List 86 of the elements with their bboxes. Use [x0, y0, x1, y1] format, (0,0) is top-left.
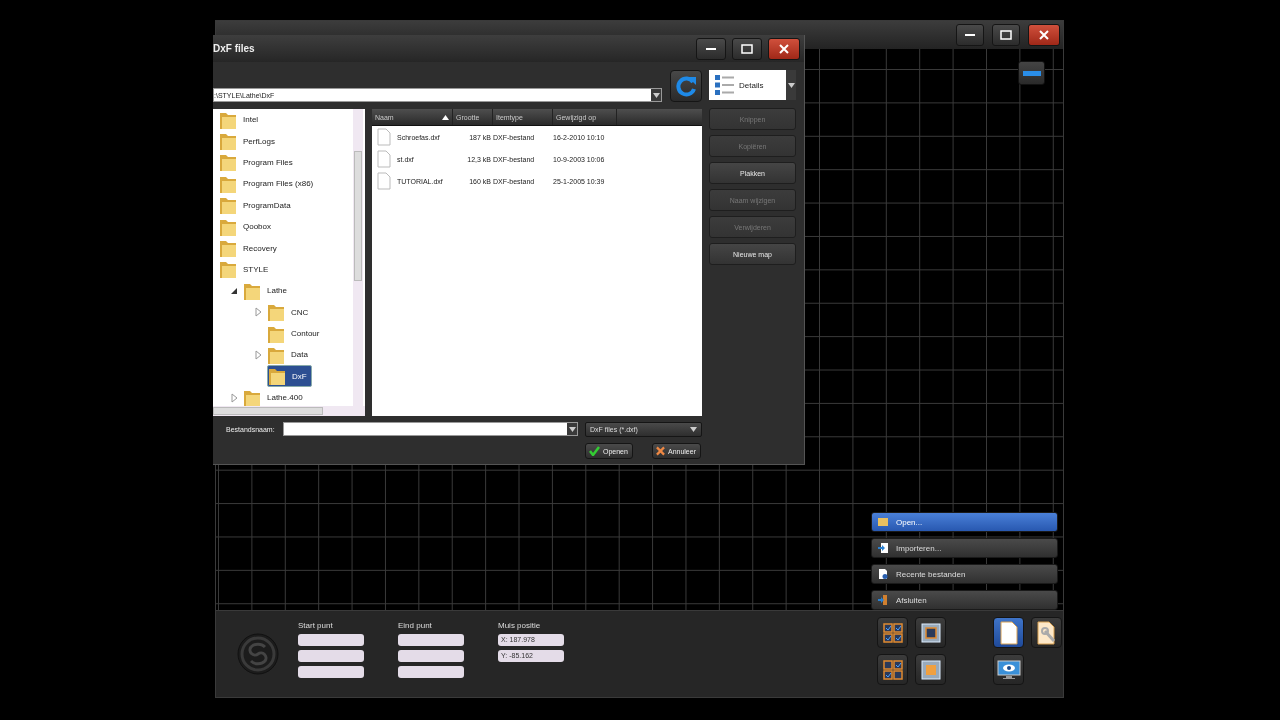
filename-field[interactable]: [283, 422, 578, 436]
close-button[interactable]: [1028, 24, 1060, 46]
menu-item[interactable]: Importeren...: [871, 538, 1058, 558]
tree-item[interactable]: Data: [267, 345, 312, 365]
file-icon: [377, 172, 391, 190]
folder-icon: [219, 131, 237, 152]
tool-button[interactable]: [993, 654, 1024, 685]
dropdown-arrow-icon: [787, 82, 795, 88]
minimize-button[interactable]: [696, 37, 726, 60]
recent-file-icon: [878, 569, 888, 579]
minimize-icon: [965, 34, 975, 36]
refresh-icon: [674, 74, 698, 98]
tool-button[interactable]: [915, 617, 946, 648]
dropdown-arrow-icon: [652, 92, 660, 98]
close-button[interactable]: [768, 37, 800, 60]
folder-icon: [219, 259, 237, 280]
collapsed-arrow-icon[interactable]: [253, 350, 263, 360]
folder-icon: [878, 518, 888, 526]
grid-check-icon: [881, 621, 904, 644]
folder-icon: [268, 366, 286, 387]
minimize-button[interactable]: [956, 24, 984, 46]
folder-icon: [219, 195, 237, 216]
tree-item[interactable]: CNC: [267, 302, 313, 323]
tree-item[interactable]: Recovery: [219, 238, 281, 259]
field-label: Start punt: [298, 621, 334, 630]
file-icon: [377, 150, 391, 168]
horizontal-scrollbar[interactable]: [213, 406, 365, 416]
tree-item[interactable]: DxF: [267, 365, 312, 388]
page-icon: [998, 620, 1019, 645]
tree-item[interactable]: Intel: [219, 109, 263, 130]
minus-icon: [1022, 70, 1041, 76]
folder-icon: [219, 238, 237, 259]
folder-icon: [267, 302, 285, 323]
vertical-scrollbar[interactable]: [353, 109, 363, 406]
collapsed-arrow-icon[interactable]: [229, 392, 239, 403]
tool-button[interactable]: [1031, 617, 1062, 648]
coordinate-field[interactable]: [398, 634, 464, 646]
details-view-icon: [715, 74, 735, 96]
logo-icon: [237, 633, 279, 675]
menu-item[interactable]: Recente bestanden: [871, 564, 1058, 584]
close-icon: [1039, 30, 1049, 40]
tool-button[interactable]: [915, 654, 946, 685]
close-icon: [779, 43, 789, 54]
coordinate-field[interactable]: [398, 650, 464, 662]
file-icon: [377, 128, 391, 146]
tree-item[interactable]: Program Files (x86): [219, 173, 318, 194]
maximize-button[interactable]: [992, 24, 1020, 46]
dropdown-arrow-icon: [568, 426, 576, 432]
tool-button[interactable]: [877, 654, 908, 685]
menu-item[interactable]: Open...: [871, 512, 1058, 532]
dropdown-arrow-icon: [690, 426, 697, 432]
menu-item[interactable]: Afsluiten: [871, 590, 1058, 610]
checkmark-icon: [589, 446, 600, 456]
cross-icon: [656, 446, 665, 456]
tree-item[interactable]: ProgramData: [219, 195, 295, 216]
field-label: Eind punt: [398, 621, 433, 630]
coordinate-field[interactable]: [398, 666, 464, 678]
exit-door-icon: [878, 595, 888, 605]
tree-item[interactable]: Lathe.400: [243, 387, 307, 408]
coordinate-field[interactable]: [298, 666, 364, 678]
tree-item[interactable]: Qoobox: [219, 216, 276, 237]
refresh-button[interactable]: [670, 70, 702, 102]
tree-item[interactable]: PerfLogs: [219, 131, 280, 152]
tool-button[interactable]: [877, 617, 908, 648]
import-icon: [878, 543, 888, 553]
coordinate-field[interactable]: [298, 634, 364, 646]
field-label: Muis positie: [498, 621, 542, 630]
sort-up-icon: [442, 114, 449, 120]
tree-item[interactable]: Lathe: [243, 280, 292, 301]
maximize-icon: [1000, 30, 1012, 40]
frame-filled-icon: [919, 658, 942, 681]
view-dropdown[interactable]: Details: [709, 70, 796, 100]
tool-button[interactable]: [993, 617, 1024, 648]
maximize-button[interactable]: [732, 37, 762, 60]
maximize-icon: [741, 43, 753, 54]
tree-item[interactable]: Contour: [267, 323, 324, 344]
collapsed-arrow-icon[interactable]: [253, 307, 263, 318]
tree-item[interactable]: Program Files: [219, 152, 297, 173]
folder-icon: [267, 345, 285, 365]
coordinate-field[interactable]: [298, 650, 364, 662]
grid-partial-icon: [881, 658, 904, 681]
folder-icon: [219, 152, 237, 173]
minus-button[interactable]: [1018, 61, 1045, 85]
frame-icon: [919, 621, 942, 644]
tree-item[interactable]: STYLE: [219, 259, 273, 280]
monitor-eye-icon: [996, 658, 1021, 681]
